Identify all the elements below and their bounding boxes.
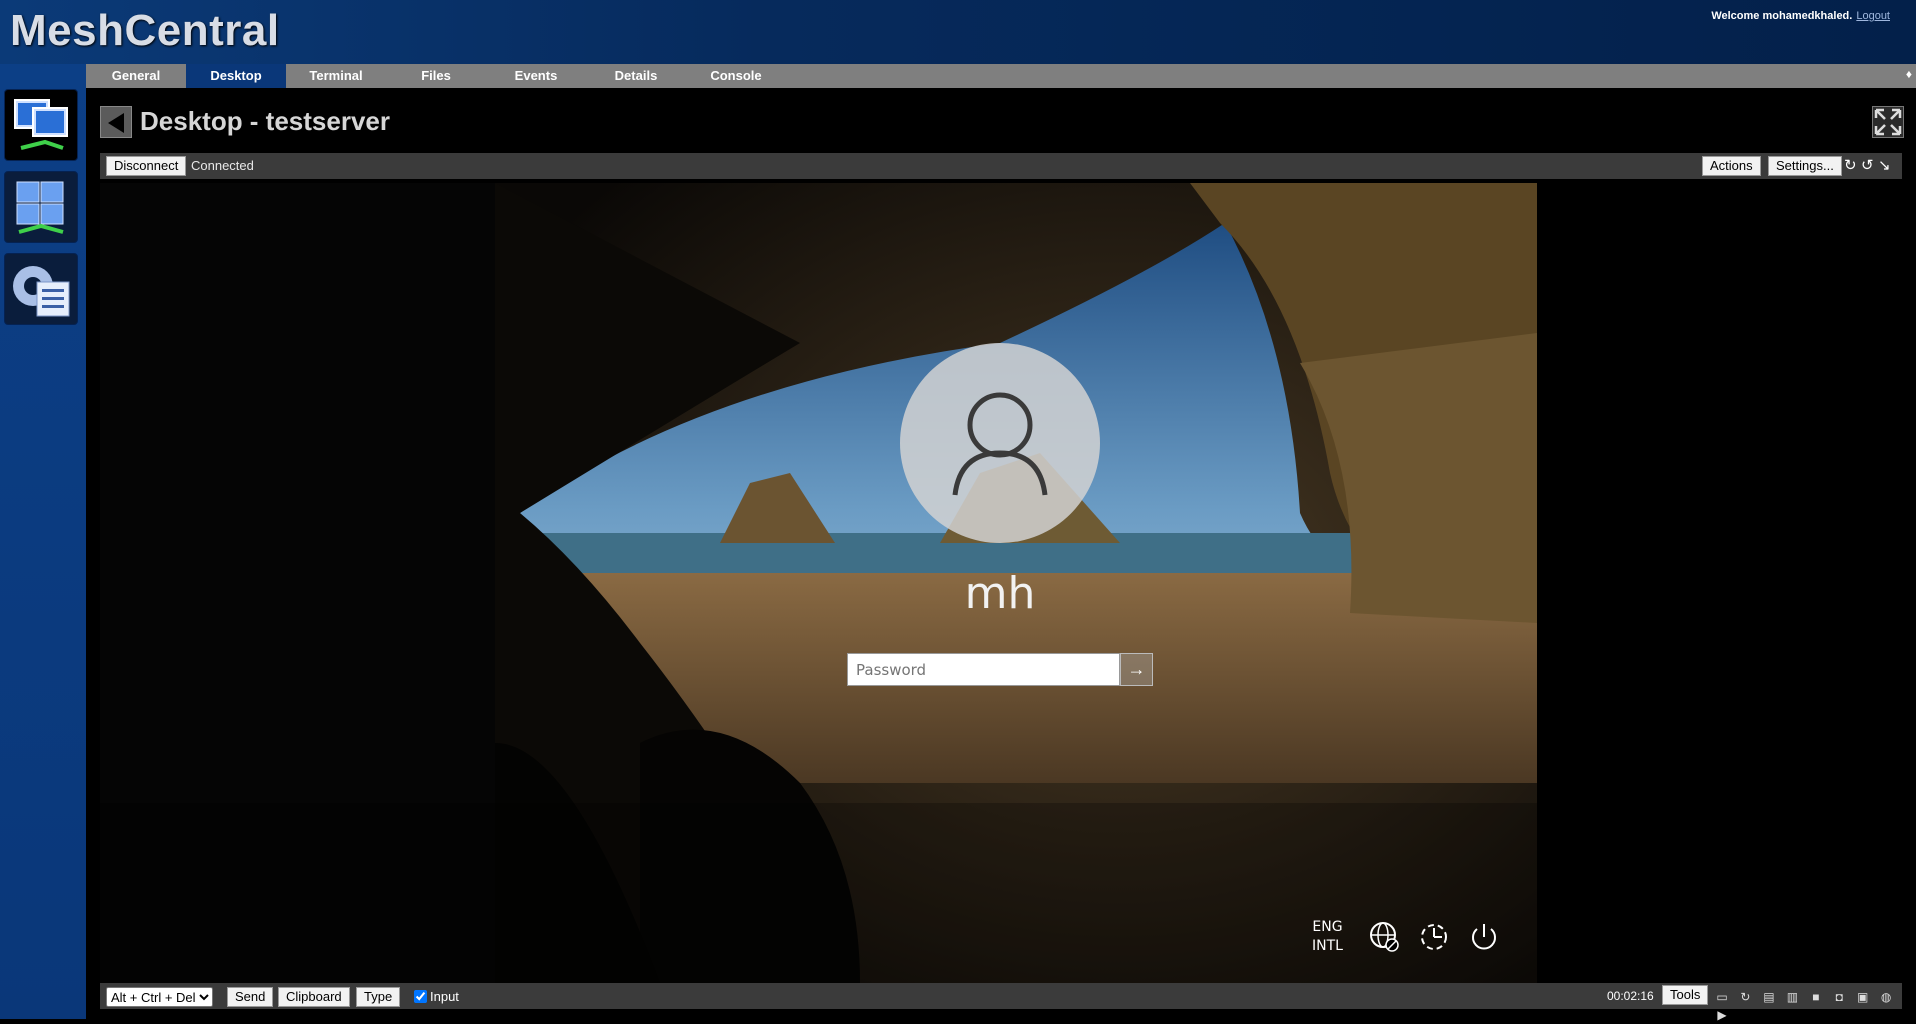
- nav-my-server-button[interactable]: [4, 171, 78, 243]
- tab-files[interactable]: Files: [386, 64, 486, 88]
- left-nav: [0, 64, 86, 1019]
- gear-list-icon: [13, 266, 70, 317]
- fullscreen-icon[interactable]: [1872, 106, 1904, 138]
- power-icon[interactable]: [1467, 920, 1501, 954]
- windows-icon: [16, 181, 64, 234]
- language-indicator[interactable]: ENG INTL: [1312, 918, 1343, 956]
- ease-of-access-icon[interactable]: [1418, 920, 1452, 954]
- tab-console[interactable]: Console: [686, 64, 786, 88]
- globe-icon[interactable]: ◍: [1879, 990, 1893, 1004]
- settings-button[interactable]: Settings...: [1768, 156, 1842, 176]
- logout-link[interactable]: Logout: [1856, 10, 1890, 22]
- remote-desktop-view[interactable]: mh → ENG INTL: [100, 183, 1537, 983]
- disconnect-button[interactable]: Disconnect: [106, 156, 187, 176]
- tab-general[interactable]: General: [86, 64, 186, 88]
- type-button[interactable]: Type: [356, 987, 401, 1007]
- record-icon[interactable]: ■: [1809, 990, 1823, 1004]
- back-arrow-icon[interactable]: [100, 106, 132, 138]
- session-timer: 00:02:16: [1607, 989, 1654, 1003]
- actions-button[interactable]: Actions: [1702, 156, 1761, 176]
- tab-details[interactable]: Details: [586, 64, 686, 88]
- brand-logo: MeshCentral: [10, 6, 280, 55]
- play-icon[interactable]: ▶: [1715, 1008, 1729, 1022]
- rotate-left-icon[interactable]: ↺: [1861, 156, 1874, 174]
- clipboard-set-icon[interactable]: ▥: [1785, 990, 1799, 1004]
- bottom-toolbar: Alt + Ctrl + Del Send Clipboard Type Inp…: [100, 983, 1902, 1022]
- user-avatar: [900, 343, 1100, 543]
- chat-icon[interactable]: ▭: [1715, 990, 1729, 1004]
- password-input[interactable]: [847, 653, 1120, 686]
- input-toggle[interactable]: Input: [414, 989, 459, 1004]
- lockscreen-username: mh: [964, 568, 1036, 619]
- input-checkbox[interactable]: [414, 990, 427, 1003]
- tools-button[interactable]: Tools: [1662, 985, 1709, 1005]
- input-label: Input: [430, 989, 459, 1004]
- desktop-toolbar: Disconnect Connected Actions Settings...…: [100, 153, 1902, 179]
- send-button[interactable]: Send: [227, 987, 274, 1007]
- keyboard-layout: INTL: [1312, 938, 1343, 954]
- network-globe-icon[interactable]: [1368, 920, 1402, 954]
- lockscreen-background: [100, 183, 1537, 983]
- zoom-icon[interactable]: ▣: [1856, 990, 1870, 1004]
- user-icon: [952, 392, 1048, 496]
- connection-status: Connected: [191, 158, 254, 173]
- tab-desktop[interactable]: Desktop: [186, 64, 286, 88]
- language-code: ENG: [1312, 919, 1343, 935]
- page-title: Desktop - testserver: [140, 106, 390, 136]
- rotate-right-icon[interactable]: ↻: [1844, 156, 1857, 174]
- nav-settings-button[interactable]: [4, 253, 78, 325]
- welcome-area: Welcome mohamedkhaled. Logout: [1711, 10, 1890, 22]
- tab-bar: General Desktop Terminal Files Events De…: [86, 64, 1916, 88]
- key-combo-select[interactable]: Alt + Ctrl + Del: [106, 987, 213, 1007]
- diamond-icon[interactable]: ♦: [1906, 67, 1912, 81]
- tab-events[interactable]: Events: [486, 64, 586, 88]
- welcome-text: Welcome mohamedkhaled.: [1711, 10, 1853, 22]
- screenshot-icon[interactable]: ◘: [1832, 990, 1846, 1004]
- expand-arrows-icon: [1874, 108, 1902, 136]
- app-header: MeshCentral Welcome mohamedkhaled. Logout: [0, 0, 1916, 64]
- tab-terminal[interactable]: Terminal: [286, 64, 386, 88]
- devices-icon: [14, 99, 68, 150]
- clipboard-button[interactable]: Clipboard: [278, 987, 350, 1007]
- submit-arrow-icon[interactable]: →: [1120, 653, 1153, 686]
- resize-icon[interactable]: ↘: [1878, 156, 1891, 174]
- clipboard-get-icon[interactable]: ▤: [1762, 990, 1776, 1004]
- nav-my-devices-button[interactable]: [4, 89, 78, 161]
- refresh-icon[interactable]: ↻: [1738, 990, 1752, 1004]
